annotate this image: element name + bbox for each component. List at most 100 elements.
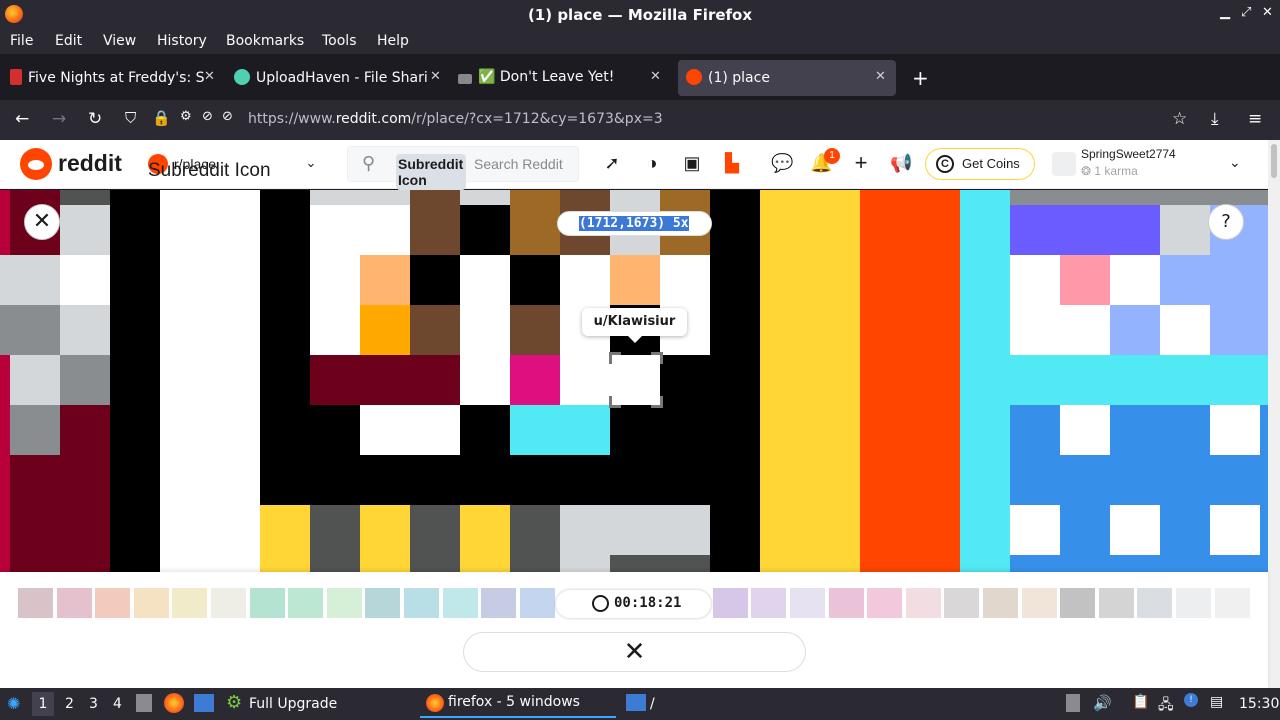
new-tab-icon[interactable]: + xyxy=(912,66,929,90)
color-swatch[interactable] xyxy=(1098,588,1134,618)
color-swatch[interactable] xyxy=(442,588,478,618)
get-coins-button[interactable]: C Get Coins xyxy=(925,148,1035,180)
color-swatch[interactable] xyxy=(712,588,748,618)
color-swatch[interactable] xyxy=(404,588,439,618)
autoplay-blocked-icon[interactable]: ⊘ xyxy=(222,109,233,124)
pixel-owner-tooltip[interactable]: u/Klawisiur xyxy=(582,308,687,343)
battery-icon[interactable] xyxy=(1066,694,1080,712)
maximize-icon[interactable]: ⤢ xyxy=(1241,5,1251,20)
url-text[interactable]: https://www.reddit.com/r/place/?cx=1712&… xyxy=(248,111,663,127)
chat-icon[interactable]: 💬 xyxy=(771,152,793,174)
pixel-block xyxy=(1060,255,1110,305)
live-icon[interactable]: ▣ xyxy=(681,152,703,174)
reddit-logo-icon[interactable] xyxy=(20,148,52,180)
color-swatch[interactable] xyxy=(828,588,864,618)
color-swatch[interactable] xyxy=(249,588,285,618)
color-swatch[interactable] xyxy=(1021,588,1057,618)
tab-close-icon[interactable]: ✕ xyxy=(875,69,886,84)
color-swatch[interactable] xyxy=(867,588,903,618)
color-swatch[interactable] xyxy=(95,588,131,618)
color-swatch[interactable] xyxy=(944,588,980,618)
color-swatch[interactable] xyxy=(1137,588,1173,618)
create-post-icon[interactable]: + xyxy=(850,152,872,174)
tab-dont-leave[interactable]: ✅ Don't Leave Yet! ✕ xyxy=(450,60,674,96)
volume-icon[interactable]: 🔊 xyxy=(1093,694,1112,712)
menu-bookmarks[interactable]: Bookmarks xyxy=(226,33,304,49)
popular-icon[interactable]: ➚ xyxy=(601,152,623,174)
color-swatch[interactable] xyxy=(790,588,825,618)
workspace-2[interactable]: 2 xyxy=(65,696,74,712)
task-firefox[interactable]: firefox - 5 windows xyxy=(420,690,616,718)
reddit-wordmark[interactable]: reddit xyxy=(58,150,122,177)
task-folder[interactable]: / xyxy=(650,696,655,712)
tab-place[interactable]: (1) place ✕ xyxy=(678,60,896,96)
search-bar[interactable]: ⚲ Subreddit Icon Search Reddit xyxy=(347,146,579,190)
close-window-icon[interactable]: ✕ xyxy=(1262,5,1273,20)
color-swatch[interactable] xyxy=(172,588,208,618)
url-bar[interactable]: ⛉ 🔒 ⚙ ⊘ ⊘ https://www.reddit.com/r/place… xyxy=(118,104,1200,136)
permissions-icon[interactable]: ⚙ xyxy=(180,109,192,124)
advertise-icon[interactable]: 📢 xyxy=(890,152,912,174)
camera-blocked-icon[interactable]: ⊘ xyxy=(202,109,213,124)
place-icon[interactable]: ▙ xyxy=(721,152,743,174)
tab-fnaf[interactable]: Five Nights at Freddy's: S ✕ xyxy=(2,60,226,96)
page-scrollbar[interactable] xyxy=(1268,140,1280,688)
lock-icon[interactable]: 🔒 xyxy=(152,109,171,127)
close-canvas-button[interactable]: ✕ xyxy=(24,204,60,240)
workspace-4[interactable]: 4 xyxy=(113,696,122,712)
color-swatch[interactable] xyxy=(1214,588,1250,618)
hamburger-menu-icon[interactable]: ≡ xyxy=(1248,109,1262,129)
color-swatch[interactable] xyxy=(365,588,401,618)
scrollbar-thumb[interactable] xyxy=(1271,144,1277,178)
coordinates-display[interactable]: (1712,1673) 5x xyxy=(557,211,712,236)
firefox-launcher-icon[interactable] xyxy=(164,693,184,713)
tab-close-icon[interactable]: ✕ xyxy=(204,69,215,84)
tab-close-icon[interactable]: ✕ xyxy=(650,69,661,84)
cancel-button[interactable]: ✕ xyxy=(463,632,806,672)
menu-file[interactable]: File xyxy=(10,33,33,49)
color-swatch[interactable] xyxy=(905,588,941,618)
color-swatch[interactable] xyxy=(481,588,517,618)
color-swatch[interactable] xyxy=(983,588,1018,618)
updates-badge-icon[interactable]: ! xyxy=(1184,693,1198,707)
menu-history[interactable]: History xyxy=(157,33,207,49)
notes-icon[interactable]: ▤ xyxy=(1210,694,1223,710)
workspace-3[interactable]: 3 xyxy=(89,696,98,712)
back-icon[interactable]: ← xyxy=(15,109,29,129)
color-swatch[interactable] xyxy=(751,588,787,618)
color-swatch[interactable] xyxy=(56,588,92,618)
start-menu-icon[interactable]: ✺ xyxy=(7,694,20,713)
color-swatch[interactable] xyxy=(133,588,169,618)
tab-close-icon[interactable]: ✕ xyxy=(430,69,441,84)
menu-help[interactable]: Help xyxy=(377,33,409,49)
menu-view[interactable]: View xyxy=(103,33,136,49)
color-swatch[interactable] xyxy=(1176,588,1211,618)
download-icon[interactable]: ⤓ xyxy=(1211,109,1219,129)
menu-tools[interactable]: Tools xyxy=(322,33,357,49)
color-swatch[interactable] xyxy=(326,588,362,618)
search-subreddit-chip[interactable]: Subreddit Icon xyxy=(396,154,466,190)
forward-icon[interactable]: → xyxy=(52,109,66,129)
bookmark-star-icon[interactable]: ☆ xyxy=(1172,109,1187,129)
color-swatch[interactable] xyxy=(211,588,246,618)
clipboard-icon[interactable]: 📋 xyxy=(1132,694,1149,710)
terminal-icon[interactable] xyxy=(194,694,214,712)
pixel-block xyxy=(260,505,310,572)
shield-icon[interactable]: ⛉ xyxy=(125,109,136,127)
reload-icon[interactable]: ↻ xyxy=(88,109,102,129)
color-swatch[interactable] xyxy=(288,588,324,618)
color-swatch[interactable] xyxy=(18,588,53,618)
minimize-icon[interactable]: ▁ xyxy=(1220,5,1230,20)
menu-edit[interactable]: Edit xyxy=(55,33,82,49)
pixel-block xyxy=(1110,255,1160,305)
tab-uploadhaven[interactable]: UploadHaven - File Shari ✕ xyxy=(226,60,450,96)
task-full-upgrade[interactable]: Full Upgrade xyxy=(249,696,337,712)
help-button[interactable]: ? xyxy=(1208,204,1244,240)
chevron-down-icon[interactable]: ⌄ xyxy=(300,152,322,174)
all-icon[interactable]: ◑ xyxy=(641,152,663,174)
color-swatch[interactable] xyxy=(1060,588,1096,618)
network-icon[interactable]: 🖧 xyxy=(1158,694,1174,718)
workspace-1[interactable]: 1 xyxy=(32,692,54,716)
file-manager-icon[interactable] xyxy=(136,694,152,712)
color-swatch[interactable] xyxy=(519,588,555,618)
